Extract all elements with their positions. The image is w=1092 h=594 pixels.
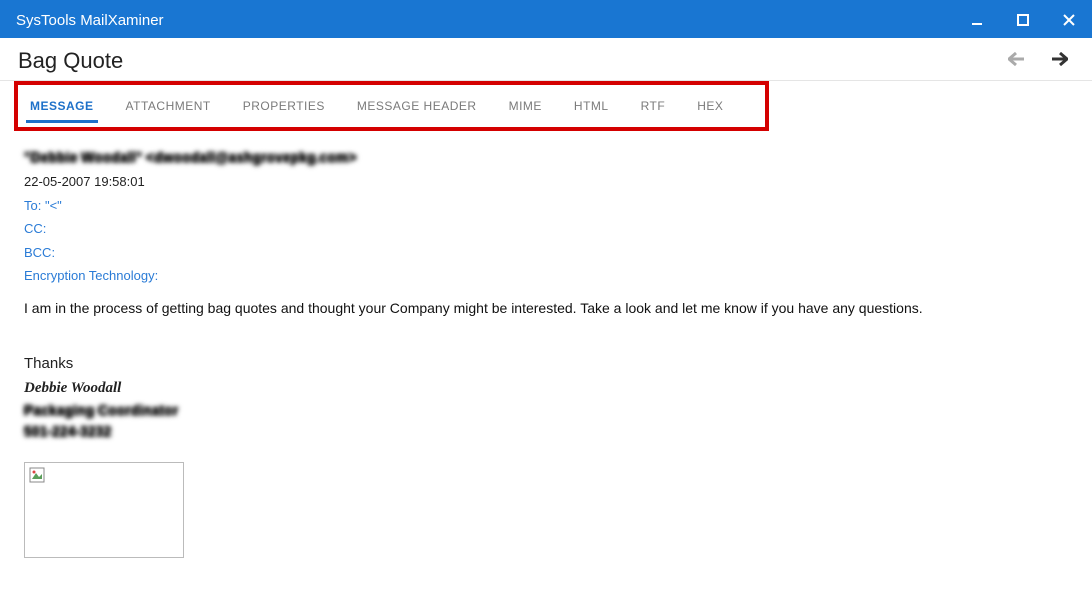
message-panel: "Debbie Woodall" <dwoodall@ashgrovepkg.c…	[0, 131, 1092, 558]
message-body: I am in the process of getting bag quote…	[24, 298, 1068, 319]
maximize-button[interactable]	[1000, 2, 1046, 38]
next-message-button[interactable]	[1052, 52, 1068, 71]
cc-label: CC:	[24, 221, 46, 236]
tabs-highlight-box: MESSAGE ATTACHMENT PROPERTIES MESSAGE HE…	[14, 81, 769, 131]
encryption-line: Encryption Technology:	[24, 266, 1068, 286]
sig-thanks: Thanks	[24, 353, 1068, 376]
app-title: SysTools MailXaminer	[16, 12, 164, 29]
date-line: 22-05-2007 19:58:01	[24, 172, 1068, 192]
broken-image-placeholder	[24, 462, 184, 558]
broken-image-icon	[29, 467, 45, 483]
tab-rtf[interactable]: RTF	[637, 93, 670, 123]
window-controls	[954, 2, 1092, 38]
cc-line: CC:	[24, 219, 1068, 239]
tab-html[interactable]: HTML	[570, 93, 613, 123]
close-button[interactable]	[1046, 2, 1092, 38]
bcc-line: BCC:	[24, 243, 1068, 263]
minimize-button[interactable]	[954, 2, 1000, 38]
subject-bar: Bag Quote	[0, 38, 1092, 81]
tab-message-header[interactable]: MESSAGE HEADER	[353, 93, 481, 123]
email-subject: Bag Quote	[18, 48, 123, 74]
encryption-label: Encryption Technology:	[24, 268, 158, 283]
to-label: To:	[24, 198, 41, 213]
from-line: "Debbie Woodall" <dwoodall@ashgrovepkg.c…	[24, 147, 1068, 168]
sig-name: Debbie Woodall	[24, 377, 1068, 400]
sig-title: Packaging Coordinator	[24, 400, 1068, 421]
titlebar: SysTools MailXaminer	[0, 2, 1092, 38]
tab-hex[interactable]: HEX	[693, 93, 727, 123]
to-value: "<"	[45, 198, 62, 213]
tab-mime[interactable]: MIME	[505, 93, 546, 123]
signature: Thanks Debbie Woodall Packaging Coordina…	[24, 353, 1068, 442]
view-tabs: MESSAGE ATTACHMENT PROPERTIES MESSAGE HE…	[18, 85, 735, 127]
tab-attachment[interactable]: ATTACHMENT	[122, 93, 215, 123]
nav-arrows	[1008, 52, 1074, 71]
tab-message[interactable]: MESSAGE	[26, 93, 98, 123]
prev-message-button[interactable]	[1008, 52, 1024, 71]
to-line: To: "<"	[24, 196, 1068, 216]
tab-properties[interactable]: PROPERTIES	[239, 93, 329, 123]
sig-phone: 501-224-3232	[24, 421, 1068, 442]
bcc-label: BCC:	[24, 245, 55, 260]
